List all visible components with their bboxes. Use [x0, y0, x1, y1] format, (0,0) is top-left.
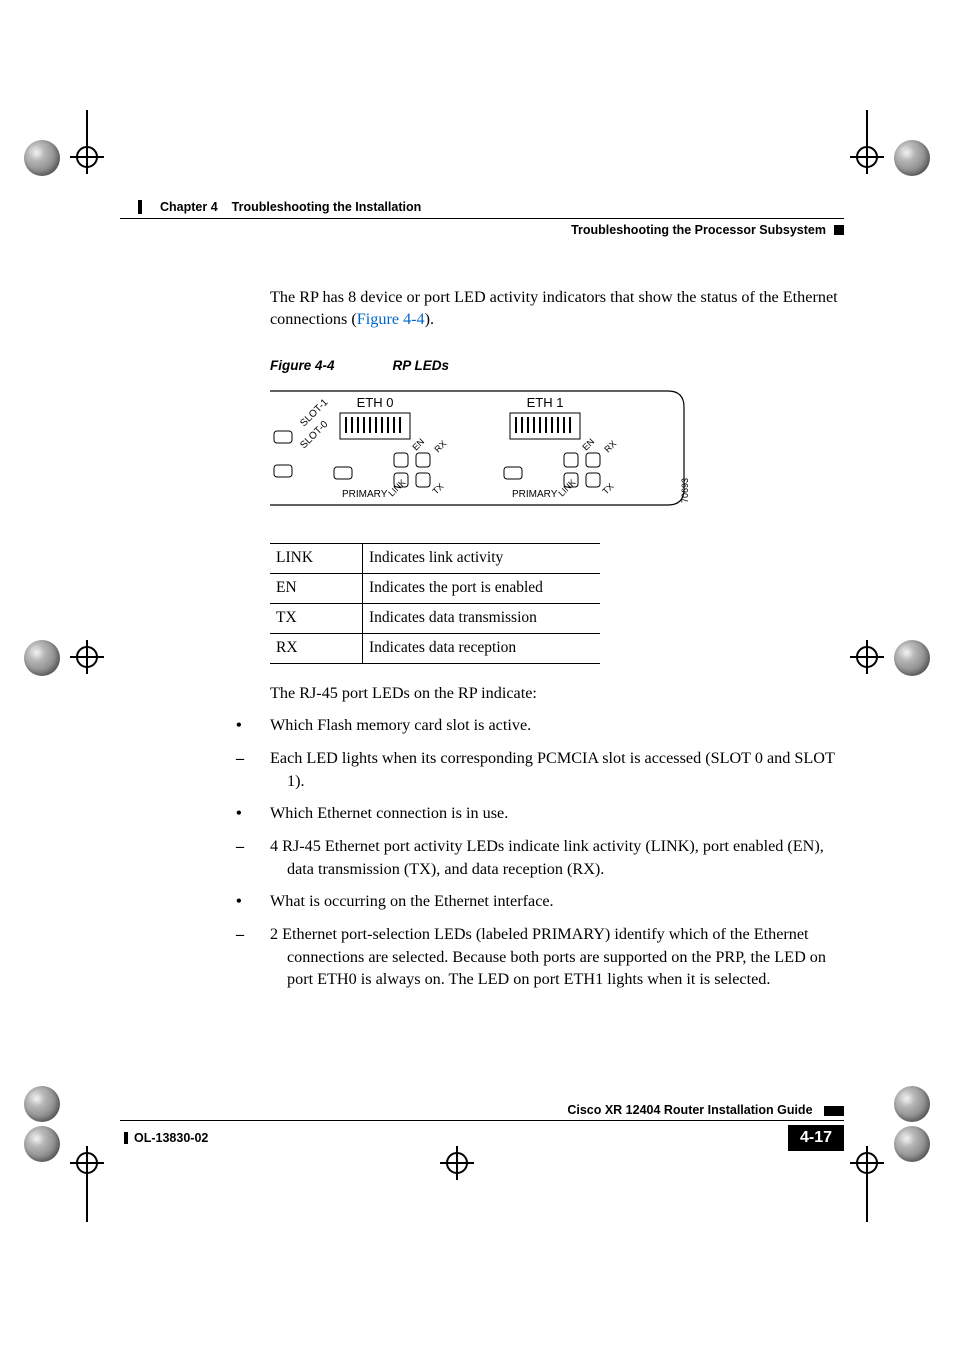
page-number: 4-17 — [788, 1125, 844, 1151]
shaded-ball — [894, 140, 930, 176]
chapter-title: Troubleshooting the Installation — [232, 200, 422, 214]
shaded-ball — [894, 1086, 930, 1122]
section-title: Troubleshooting the Processor Subsystem — [571, 223, 826, 237]
chapter-label: Chapter 4 — [160, 200, 218, 214]
figure-caption: Figure 4-4 RP LEDs — [270, 357, 844, 375]
list-subitem: 2 Ethernet port-selection LEDs (labeled … — [270, 923, 844, 991]
figure-ref: Figure 4-4 — [270, 357, 335, 375]
shaded-ball — [894, 640, 930, 676]
svg-text:LINK: LINK — [386, 477, 407, 498]
led-definition-table: LINK Indicates link activity EN Indicate… — [270, 543, 600, 664]
reg-target — [70, 140, 104, 174]
reg-target — [850, 640, 884, 674]
rp-leds-diagram: ETH 0 ETH 1 SLOT-1 SLOT-0 — [270, 383, 690, 513]
reg-target — [850, 1146, 884, 1180]
table-row: EN Indicates the port is enabled — [270, 573, 600, 603]
shaded-ball — [894, 1126, 930, 1162]
list-item: What is occurring on the Ethernet interf… — [270, 890, 844, 913]
svg-text:RX: RX — [432, 438, 448, 454]
shaded-ball — [24, 140, 60, 176]
figure-title: RP LEDs — [393, 357, 450, 375]
svg-text:PRIMARY: PRIMARY — [512, 489, 558, 500]
svg-text:PRIMARY: PRIMARY — [342, 489, 388, 500]
table-row: TX Indicates data transmission — [270, 603, 600, 633]
led-desc: Indicates data reception — [363, 633, 601, 663]
crop-mark — [86, 1180, 88, 1222]
led-desc: Indicates data transmission — [363, 603, 601, 633]
svg-text:70693: 70693 — [680, 478, 690, 503]
intro-paragraph: The RP has 8 device or port LED activity… — [270, 287, 844, 331]
shaded-ball — [24, 1126, 60, 1162]
reg-target — [70, 640, 104, 674]
running-header: Chapter 4 Troubleshooting the Installati… — [120, 200, 844, 237]
led-desc: Indicates link activity — [363, 543, 601, 573]
crop-mark — [866, 1180, 868, 1222]
led-desc: Indicates the port is enabled — [363, 573, 601, 603]
svg-text:ETH 0: ETH 0 — [357, 395, 394, 410]
reg-target — [440, 1146, 474, 1180]
list-subitem: 4 RJ-45 Ethernet port activity LEDs indi… — [270, 835, 844, 880]
crop-mark — [866, 110, 868, 152]
svg-text:EN: EN — [580, 436, 596, 452]
shaded-ball — [24, 1086, 60, 1122]
figure-xref-link[interactable]: Figure 4-4 — [357, 310, 425, 328]
reg-target — [70, 1146, 104, 1180]
page-footer: Cisco XR 12404 Router Installation Guide… — [120, 1103, 844, 1151]
svg-text:EN: EN — [410, 436, 426, 452]
list-item: Which Flash memory card slot is active. — [270, 714, 844, 737]
led-abbr: LINK — [270, 543, 363, 573]
shaded-ball — [24, 640, 60, 676]
svg-text:TX: TX — [600, 481, 615, 496]
svg-text:RX: RX — [602, 438, 618, 454]
svg-text:LINK: LINK — [556, 477, 577, 498]
guide-title: Cisco XR 12404 Router Installation Guide — [567, 1103, 812, 1117]
table-row: RX Indicates data reception — [270, 633, 600, 663]
svg-text:ETH 1: ETH 1 — [527, 395, 564, 410]
list-item: Which Ethernet connection is in use. — [270, 802, 844, 825]
led-abbr: TX — [270, 603, 363, 633]
list-subitem: Each LED lights when its corresponding P… — [270, 747, 844, 792]
table-row: LINK Indicates link activity — [270, 543, 600, 573]
svg-text:TX: TX — [430, 481, 445, 496]
list-intro: The RJ-45 port LEDs on the RP indicate: — [270, 682, 844, 705]
led-abbr: RX — [270, 633, 363, 663]
doc-id: OL-13830-02 — [134, 1131, 208, 1145]
led-abbr: EN — [270, 573, 363, 603]
